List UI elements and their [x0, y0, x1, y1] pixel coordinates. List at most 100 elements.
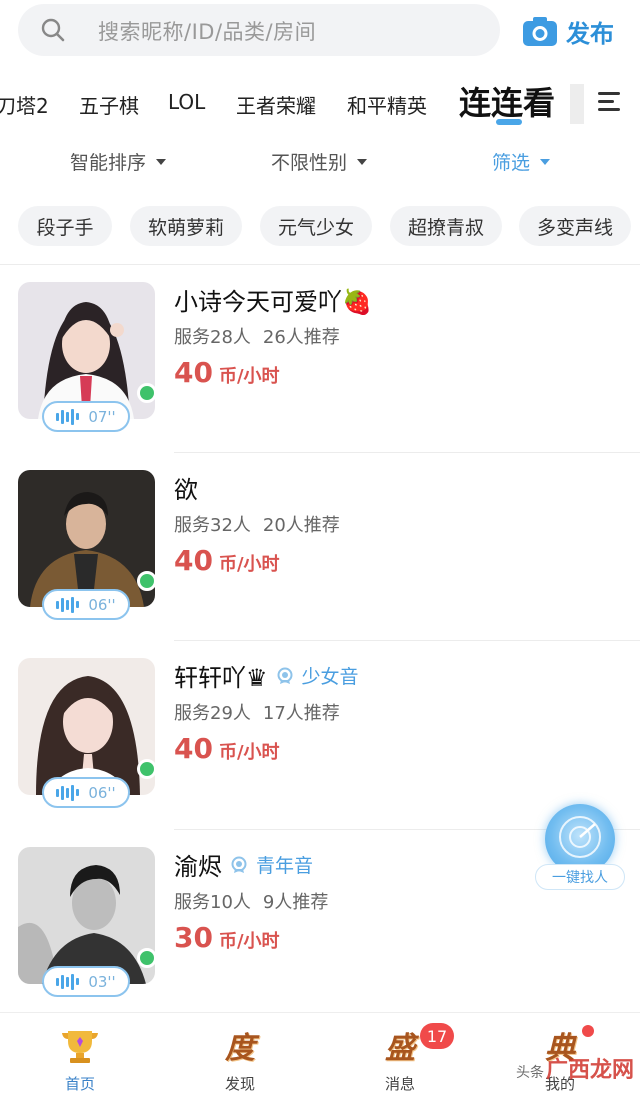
- price-unit: 币/小时: [218, 742, 280, 763]
- player-price: 40 币/小时: [174, 356, 280, 389]
- screen-dropdown[interactable]: 筛选: [492, 148, 551, 175]
- notification-dot: [582, 1025, 594, 1037]
- search-placeholder: 搜索昵称/ID/品类/房间: [98, 20, 317, 44]
- chip-energetic-girl[interactable]: 元气少女: [260, 206, 372, 246]
- price-unit: 币/小时: [218, 554, 280, 575]
- nav-discover-label: 发现: [224, 1075, 255, 1093]
- voice-intro-button[interactable]: 06'': [42, 589, 130, 620]
- price-unit: 币/小时: [218, 931, 280, 952]
- price-unit: 币/小时: [218, 366, 280, 387]
- tabs-fade: [570, 84, 584, 124]
- player-price: 30 币/小时: [174, 921, 280, 954]
- publish-button[interactable]: 发布: [522, 10, 614, 52]
- voice-intro-button[interactable]: 03'': [42, 966, 130, 997]
- sort-label: 智能排序: [70, 152, 147, 174]
- caret-down-icon: [540, 158, 551, 165]
- voice-duration: 06'': [88, 595, 116, 614]
- active-tab-indicator: [496, 119, 522, 125]
- voice-type-tag: 少女音: [276, 662, 359, 689]
- recommend-count: 9人推荐: [262, 892, 329, 913]
- tab-honor-of-kings[interactable]: 王者荣耀: [236, 90, 316, 119]
- avatar: [18, 470, 155, 607]
- sort-dropdown[interactable]: 智能排序: [70, 148, 167, 175]
- online-status-dot: [137, 948, 157, 968]
- player-price: 40 币/小时: [174, 732, 280, 765]
- player-name-text: 小诗今天可爱吖🍓: [174, 288, 372, 316]
- player-name-text: 欲: [174, 476, 198, 504]
- watermark-brand: 广西龙网: [546, 1058, 635, 1083]
- online-status-dot: [137, 759, 157, 779]
- watermark: 头条广西龙网: [516, 1052, 636, 1084]
- player-card[interactable]: 07'' 小诗今天可爱吖🍓 服务28人 26人推荐 40 币/小时: [0, 264, 640, 452]
- price-value: 40: [174, 732, 213, 765]
- online-status-dot: [137, 383, 157, 403]
- voice-duration: 06'': [88, 783, 116, 802]
- tab-lol[interactable]: LOL: [168, 90, 205, 114]
- watermark-prefix: 头条: [516, 1065, 544, 1081]
- recommend-count: 17人推荐: [262, 703, 340, 724]
- menu-icon[interactable]: [596, 88, 622, 114]
- top-bar: 搜索昵称/ID/品类/房间 发布: [0, 0, 640, 62]
- game-tabs: 刀塔2 五子棋 LOL 王者荣耀 和平精英 连连看: [0, 72, 640, 128]
- tab-gomoku[interactable]: 五子棋: [79, 90, 139, 119]
- medal-icon: [231, 856, 247, 873]
- player-stats: 服务28人 26人推荐: [174, 323, 340, 349]
- player-name-text: 轩轩吖♛: [174, 664, 268, 692]
- player-stats: 服务29人 17人推荐: [174, 699, 340, 725]
- voice-intro-button[interactable]: 06'': [42, 777, 130, 808]
- player-stats: 服务32人 20人推荐: [174, 511, 340, 537]
- find-one-label: 一键找人: [535, 864, 625, 890]
- price-value: 30: [174, 921, 213, 954]
- publish-label: 发布: [566, 19, 614, 48]
- chip-joker[interactable]: 段子手: [18, 206, 112, 246]
- nav-home-label: 首页: [64, 1075, 95, 1093]
- gender-dropdown[interactable]: 不限性别: [271, 148, 368, 175]
- search-icon: [41, 18, 65, 42]
- avatar: [18, 282, 155, 419]
- player-name: 欲: [174, 470, 198, 505]
- avatar: [18, 658, 155, 795]
- tab-peacekeeper-elite[interactable]: 和平精英: [347, 90, 427, 119]
- chip-variable-voice[interactable]: 多变声线: [519, 206, 631, 246]
- chip-cute-loli[interactable]: 软萌萝莉: [130, 206, 242, 246]
- gender-label: 不限性别: [271, 152, 348, 174]
- tab-dota2[interactable]: 刀塔2: [0, 90, 49, 119]
- search-bar[interactable]: 搜索昵称/ID/品类/房间: [18, 4, 500, 56]
- nav-messages[interactable]: 盛 17 消息: [360, 1021, 454, 1093]
- filter-row: 智能排序 不限性别 筛选: [0, 142, 640, 178]
- message-count-badge: 17: [420, 1023, 454, 1049]
- player-price: 40 币/小时: [174, 544, 280, 577]
- tab-lianliankan[interactable]: 连连看: [459, 78, 555, 124]
- served-count: 服务28人: [174, 327, 251, 348]
- player-name: 轩轩吖♛ 少女音: [174, 658, 359, 693]
- price-value: 40: [174, 356, 213, 389]
- screen-label: 筛选: [492, 152, 531, 174]
- player-card[interactable]: 06'' 欲 服务32人 20人推荐 40 币/小时: [0, 452, 640, 640]
- player-stats: 服务10人 9人推荐: [174, 888, 328, 914]
- sound-wave-icon: [56, 973, 81, 990]
- nav-home[interactable]: 首页: [40, 1021, 120, 1093]
- caret-down-icon: [357, 158, 368, 165]
- message-icon: 盛: [385, 1031, 415, 1066]
- find-one-button[interactable]: 一键找人: [535, 804, 625, 890]
- online-status-dot: [137, 571, 157, 591]
- served-count: 服务10人: [174, 892, 251, 913]
- player-card[interactable]: 06'' 轩轩吖♛ 少女音 服务29人 17人推荐 40 币/小时: [0, 640, 640, 828]
- voice-duration: 03'': [88, 972, 116, 991]
- served-count: 服务29人: [174, 703, 251, 724]
- voice-intro-button[interactable]: 07'': [42, 401, 130, 432]
- sound-wave-icon: [56, 408, 81, 425]
- voice-type-label: 青年音: [256, 855, 314, 877]
- player-name-text: 渝烬: [174, 853, 222, 881]
- price-value: 40: [174, 544, 213, 577]
- discover-icon: 度: [225, 1031, 255, 1066]
- voice-type-label: 少女音: [301, 666, 359, 688]
- chip-flirty-uncle[interactable]: 超撩青叔: [390, 206, 502, 246]
- nav-discover[interactable]: 度 发现: [200, 1021, 280, 1093]
- nav-messages-label: 消息: [384, 1075, 415, 1093]
- player-name: 小诗今天可爱吖🍓: [174, 282, 372, 317]
- recommend-count: 26人推荐: [262, 327, 340, 348]
- sound-wave-icon: [56, 784, 81, 801]
- voice-duration: 07'': [88, 407, 116, 426]
- served-count: 服务32人: [174, 515, 251, 536]
